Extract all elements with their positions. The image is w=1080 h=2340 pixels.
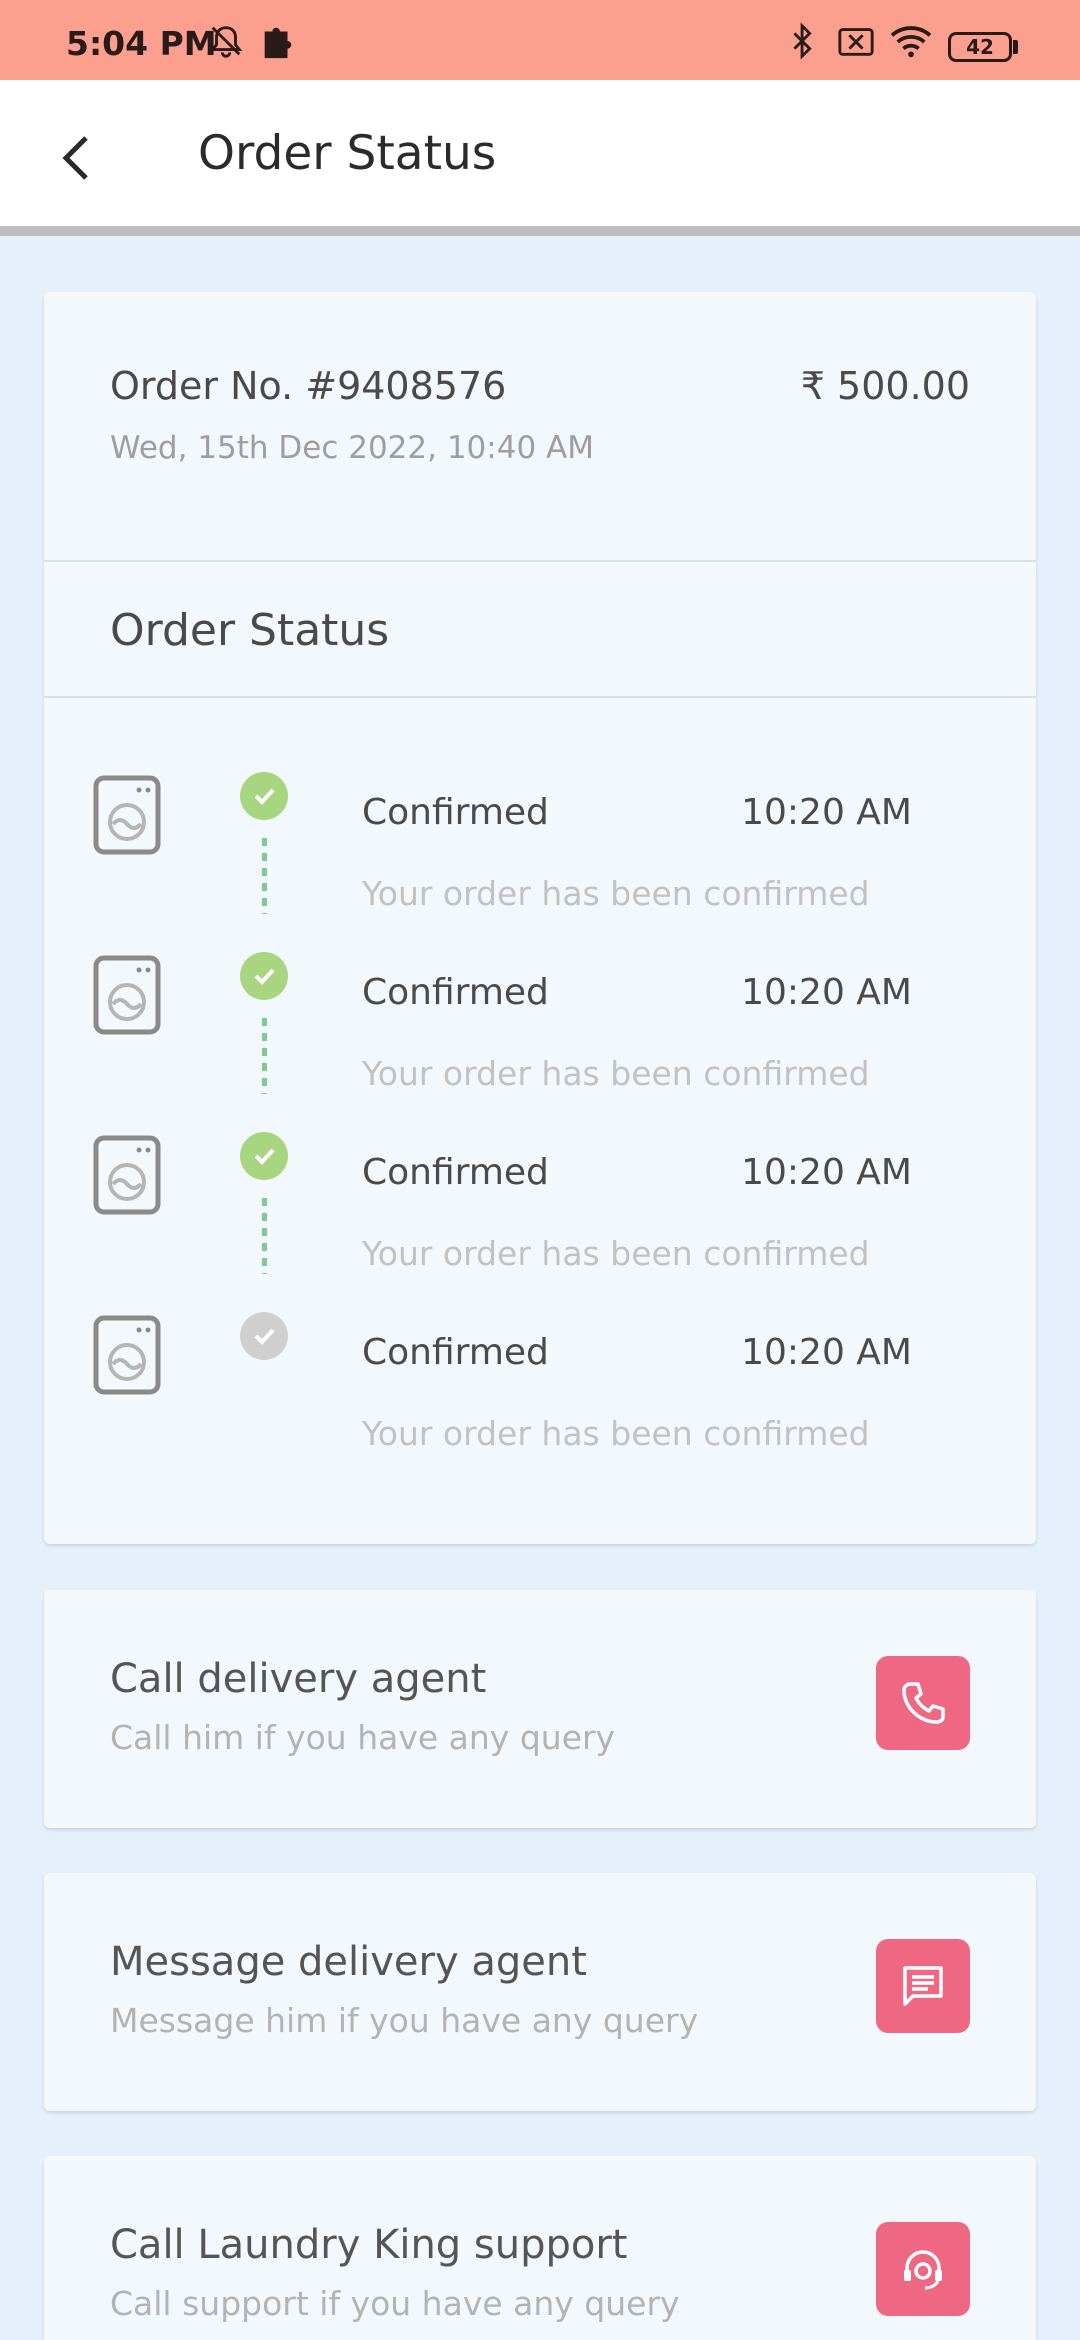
step-time: 10:20 AM: [741, 972, 912, 1013]
battery-indicator: 42: [948, 32, 1012, 62]
order-card: Order No. #9408576 ₹ 500.00 Wed, 15th De…: [44, 292, 1036, 1544]
action-title: Call delivery agent: [110, 1656, 487, 1702]
silent-bell-icon: [209, 26, 243, 58]
washing-machine-icon: [93, 1135, 161, 1215]
phone-icon: [902, 1682, 945, 1724]
step-description: Your order has been confirmed: [362, 1414, 870, 1453]
order-date: Wed, 15th Dec 2022, 10:40 AM: [110, 430, 594, 466]
call-support-button[interactable]: [876, 2222, 970, 2316]
step-label: Confirmed: [362, 972, 549, 1013]
message-icon: [903, 1966, 943, 2006]
status-bar: 5:04 PM 42: [0, 0, 1080, 80]
check-circle-icon: [240, 772, 288, 820]
divider: [44, 696, 1036, 698]
timeline-step: Confirmed 10:20 AM Your order has been c…: [44, 772, 1036, 952]
wifi-icon: [890, 26, 932, 58]
step-time: 10:20 AM: [741, 792, 912, 833]
step-description: Your order has been confirmed: [362, 1234, 870, 1273]
divider: [44, 560, 1036, 562]
step-label: Confirmed: [362, 1152, 549, 1193]
battery-level: 42: [966, 35, 994, 59]
timeline-connector: [262, 838, 267, 914]
call-agent-button[interactable]: [876, 1656, 970, 1750]
check-circle-icon: [240, 952, 288, 1000]
step-time: 10:20 AM: [741, 1152, 912, 1193]
page-title: Order Status: [198, 126, 497, 181]
support-agent-icon: [904, 2250, 942, 2290]
call-agent-card[interactable]: Call delivery agent Call him if you have…: [44, 1590, 1036, 1828]
order-price: ₹ 500.00: [800, 364, 970, 408]
timeline-step: Confirmed 10:20 AM Your order has been c…: [44, 1312, 1036, 1492]
message-agent-card[interactable]: Message delivery agent Message him if yo…: [44, 1873, 1036, 2111]
app-bar: Order Status: [0, 80, 1080, 236]
action-subtitle: Call him if you have any query: [110, 1718, 616, 1757]
timeline-connector: [262, 1018, 267, 1094]
order-status-heading: Order Status: [110, 605, 390, 656]
call-support-card[interactable]: Call Laundry King support Call support i…: [44, 2156, 1036, 2340]
timeline-connector: [262, 1198, 267, 1274]
step-time: 10:20 AM: [741, 1332, 912, 1373]
no-sim-icon: [838, 28, 874, 56]
step-description: Your order has been confirmed: [362, 1054, 870, 1093]
washing-machine-icon: [93, 1315, 161, 1395]
action-subtitle: Message him if you have any query: [110, 2001, 699, 2040]
check-circle-icon: [240, 1312, 288, 1360]
battery-tip: [1013, 40, 1018, 54]
action-title: Call Laundry King support: [110, 2222, 628, 2268]
order-number: Order No. #9408576: [110, 364, 507, 408]
washing-machine-icon: [93, 775, 161, 855]
bluetooth-icon: [793, 22, 812, 60]
message-agent-button[interactable]: [876, 1939, 970, 2033]
back-arrow-icon[interactable]: [50, 126, 106, 190]
step-label: Confirmed: [362, 1332, 549, 1373]
puzzle-icon: [264, 27, 292, 59]
step-description: Your order has been confirmed: [362, 874, 870, 913]
action-subtitle: Call support if you have any query: [110, 2284, 680, 2323]
timeline-step: Confirmed 10:20 AM Your order has been c…: [44, 1132, 1036, 1312]
washing-machine-icon: [93, 955, 161, 1035]
action-title: Message delivery agent: [110, 1939, 587, 1985]
status-time: 5:04 PM: [66, 24, 217, 63]
timeline-step: Confirmed 10:20 AM Your order has been c…: [44, 952, 1036, 1132]
step-label: Confirmed: [362, 792, 549, 833]
check-circle-icon: [240, 1132, 288, 1180]
